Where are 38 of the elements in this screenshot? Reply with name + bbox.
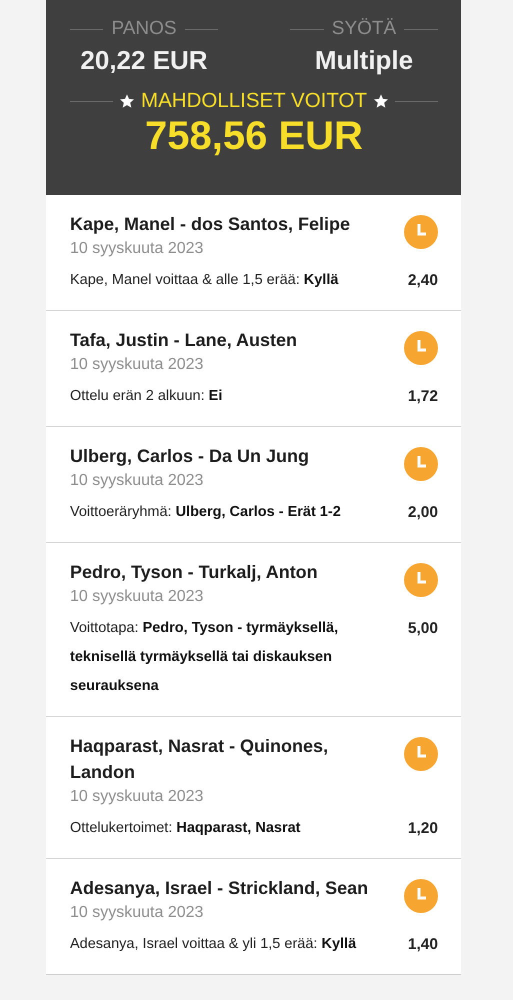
winnings-amount: 758,56 EUR (144, 114, 364, 158)
clock-icon (404, 563, 438, 597)
match-date: 10 syyskuuta 2023 (70, 239, 204, 259)
clock-icon (404, 447, 438, 481)
star-icon (119, 93, 136, 109)
odds: 2,40 (406, 271, 438, 291)
bet-selection: Ottelukertoimet: Haqparast, Nasrat (70, 819, 302, 838)
bet-selection: Ottelu erän 2 alkuun: Ei (70, 387, 224, 406)
winnings-label: MAHDOLLISET VOITOT (141, 88, 367, 114)
match-date: 10 syyskuuta 2023 (70, 471, 204, 491)
bet-selection: Adesanya, Israel voittaa & yli 1,5 erää: Kyllä (70, 935, 358, 954)
odds: 1,72 (406, 387, 438, 407)
stake-label: PANOS (111, 17, 177, 41)
match-date: 10 syyskuuta 2023 (70, 787, 204, 807)
match-title: Tafa, Justin - Lane, Austen (70, 329, 298, 352)
odds: 1,20 (406, 819, 438, 839)
clock-icon (404, 879, 438, 913)
bet-selection: Voittotapa: Pedro, Tyson - tyrmäyksellä, teknisellä tyrmäyksellä tai diskauksen seurauksena (70, 619, 340, 696)
match-title: Haqparast, Nasrat - Quinones, Landon (70, 735, 330, 784)
star-icon (372, 93, 389, 109)
bet-selection: Voittoeräryhmä: Ulberg, Carlos - Erät 1-2 (70, 503, 342, 522)
stake-amount: 20,22 EUR (80, 44, 208, 77)
odds: 5,00 (406, 619, 438, 639)
clock-icon (404, 215, 438, 249)
match-date: 10 syyskuuta 2023 (70, 355, 204, 375)
clock-icon (404, 331, 438, 365)
match-date: 10 syyskuuta 2023 (70, 903, 204, 923)
match-title: Adesanya, Israel - Strickland, Sean (70, 877, 370, 900)
match-title: Pedro, Tyson - Turkalj, Anton (70, 561, 319, 584)
odds: 1,40 (406, 935, 438, 955)
match-title: Kape, Manel - dos Santos, Felipe (70, 213, 352, 236)
bet-type-label: SYÖTÄ (332, 17, 396, 41)
match-title: Ulberg, Carlos - Da Un Jung (70, 445, 310, 468)
match-date: 10 syyskuuta 2023 (70, 587, 204, 607)
bet-selection: Kape, Manel voittaa & alle 1,5 erää: Kyllä (70, 271, 340, 290)
odds: 2,00 (406, 503, 438, 523)
clock-icon (404, 737, 438, 771)
bet-type: Multiple (314, 44, 414, 77)
